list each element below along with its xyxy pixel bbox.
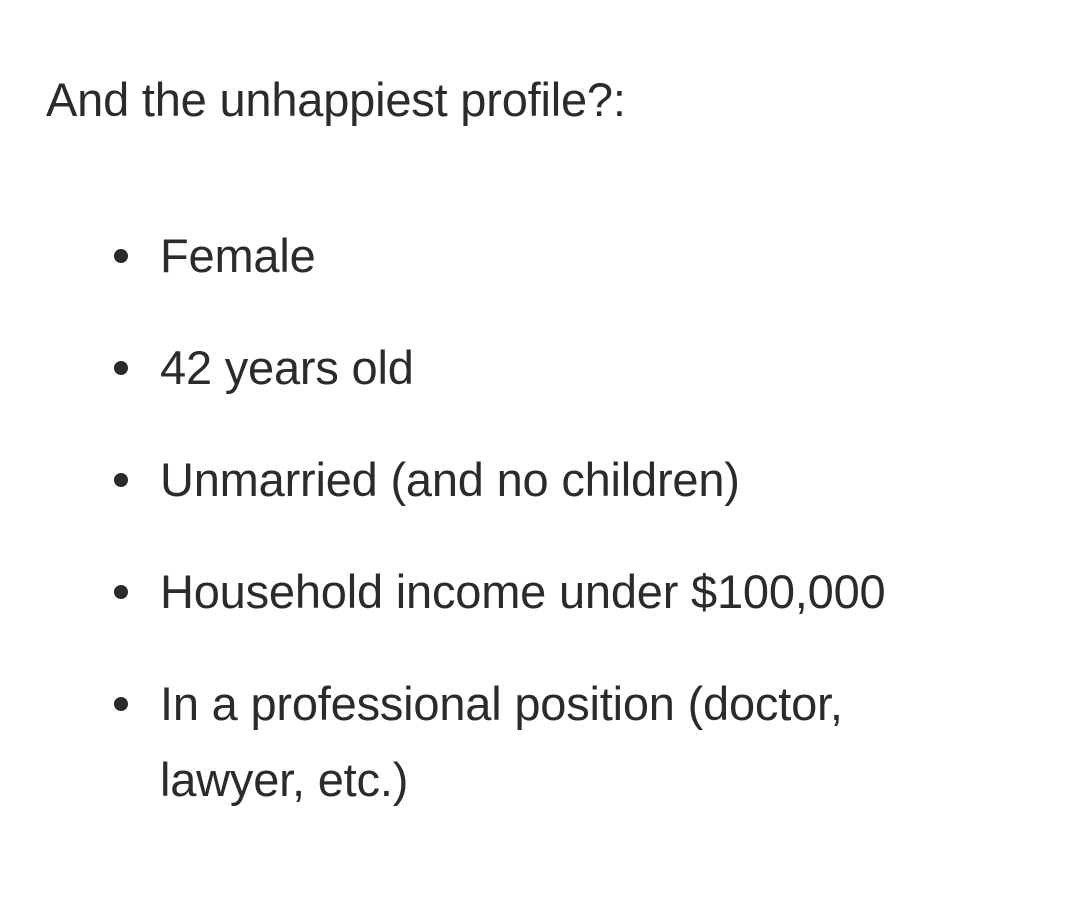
page-heading: And the unhappiest profile?:: [46, 73, 626, 126]
bullet-dot-icon: [114, 473, 128, 487]
list-item: In a professional position (doctor, lawy…: [114, 666, 964, 818]
unhappiest-profile-list: Female 42 years old Unmarried (and no ch…: [114, 218, 964, 818]
list-item-text: In a professional position (doctor, lawy…: [160, 677, 843, 806]
list-item-text: Household income under $100,000: [160, 565, 886, 618]
list-item-text: Unmarried (and no children): [160, 453, 740, 506]
list-item: Unmarried (and no children): [114, 442, 964, 518]
bullet-dot-icon: [114, 361, 128, 375]
bullet-dot-icon: [114, 697, 128, 711]
bullet-dot-icon: [114, 249, 128, 263]
list-item-text: Female: [160, 229, 316, 282]
list-item: Female: [114, 218, 964, 294]
list-item: 42 years old: [114, 330, 964, 406]
list-item: Household income under $100,000: [114, 554, 964, 630]
content-block: And the unhappiest profile?:: [46, 64, 1046, 136]
list-item-text: 42 years old: [160, 341, 414, 394]
bullet-dot-icon: [114, 585, 128, 599]
